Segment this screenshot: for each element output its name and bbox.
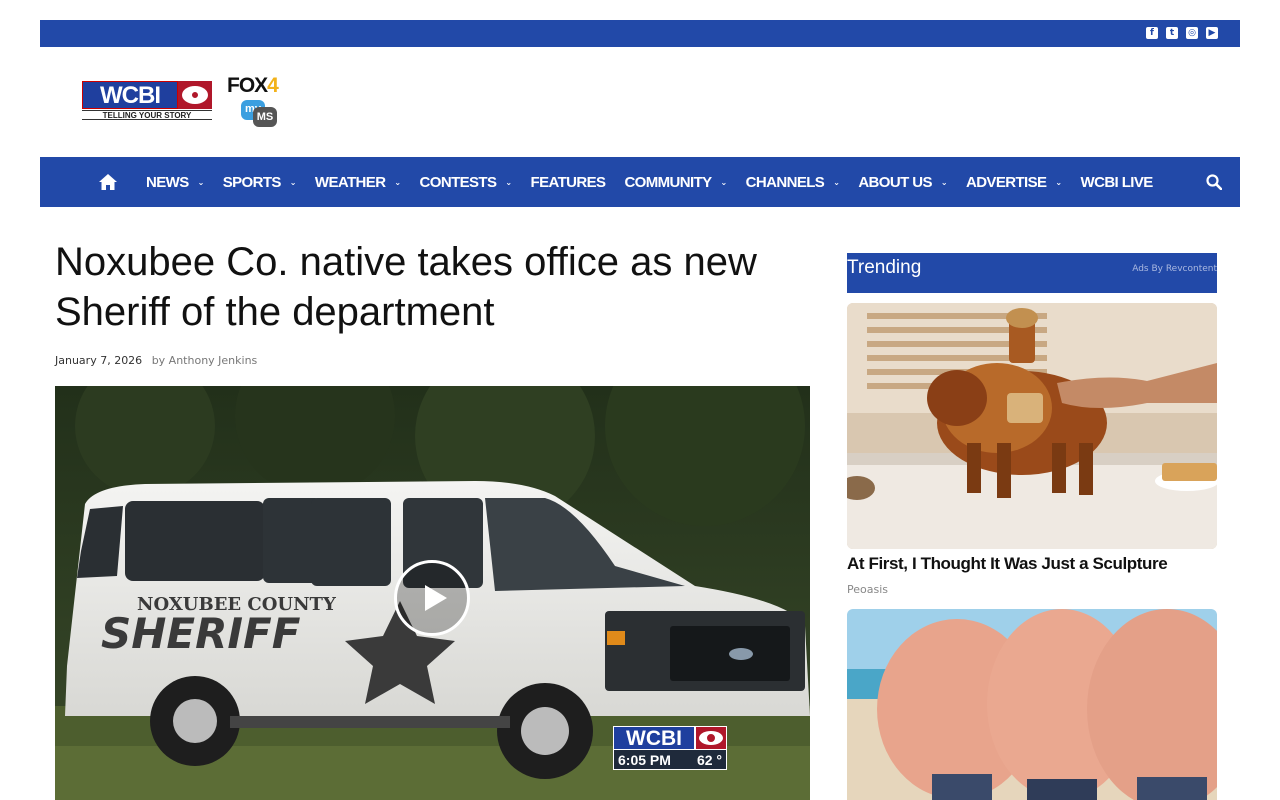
myms-logo: my MS (241, 100, 277, 127)
nav-item-wcbi-live[interactable]: WCBI LIVE (1080, 173, 1154, 191)
main-nav: NEWS ⌄ SPORTS ⌄ WEATHER ⌄ CONTESTS ⌄ FEATURES COM… (40, 157, 1240, 207)
chevron-down-icon: ⌄ (720, 177, 728, 187)
nav-item-label: CONTESTS (419, 173, 497, 191)
top-bar: f t ◎ ▶ (40, 20, 1240, 47)
nav-item-label: WCBI LIVE (1080, 173, 1154, 191)
article-video[interactable]: NOXUBEE COUNTY SHERIFF WCBI 6:05 PM 62 ° (55, 386, 810, 800)
chevron-down-icon: ⌄ (940, 177, 948, 187)
trending-ad-source[interactable]: Peoasis (847, 583, 888, 596)
nav-item-label: COMMUNITY (624, 173, 712, 191)
chevron-down-icon: ⌄ (833, 177, 840, 187)
trending-header: Trending Ads By Revcontent (847, 253, 1217, 293)
trending-ad-image[interactable] (847, 303, 1217, 549)
home-icon[interactable] (98, 172, 118, 192)
play-icon (425, 585, 447, 611)
facebook-icon[interactable]: f (1146, 27, 1158, 39)
van-sheriff-text: SHERIFF (101, 609, 301, 658)
twitter-icon[interactable]: t (1166, 27, 1178, 39)
article-byline[interactable]: by Anthony Jenkins (152, 354, 258, 367)
fox4-wordmark: FOX4 (227, 74, 279, 97)
chevron-down-icon: ⌄ (197, 177, 205, 187)
nav-item-contests[interactable]: CONTESTS ⌄ (419, 173, 513, 191)
nav-item-label: NEWS (146, 173, 189, 191)
article-title: Noxubee Co. native takes office as new S… (55, 240, 757, 334)
sculpture-image (847, 303, 1217, 549)
nav-item-channels[interactable]: CHANNELS ⌄ (746, 174, 840, 191)
beach-image (847, 609, 1217, 800)
chevron-down-icon: ⌄ (289, 177, 297, 187)
search-icon[interactable] (1206, 174, 1222, 190)
cbs-eye-icon (695, 726, 727, 750)
nav-item-label: SPORTS (222, 173, 282, 191)
nav-item-about-us[interactable]: ABOUT US ⌄ (858, 174, 947, 191)
nav-item-label: ABOUT US (858, 173, 932, 191)
nav-item-advertise[interactable]: ADVERTISE ⌄ (966, 174, 1062, 191)
wcbi-tagline: TELLING YOUR STORY (82, 110, 212, 120)
nav-item-news[interactable]: NEWS ⌄ (146, 174, 204, 191)
chevron-down-icon: ⌄ (1055, 177, 1062, 187)
watermark-time: 6:05 PM (618, 752, 671, 768)
watermark-logo: WCBI (613, 726, 695, 750)
article-date: January 7, 2026 (55, 354, 143, 367)
social-links: f t ◎ ▶ (1146, 27, 1218, 39)
youtube-icon[interactable]: ▶ (1206, 27, 1218, 39)
nav-item-label: FEATURES (530, 173, 607, 191)
watermark-temp: 62 ° (696, 752, 722, 768)
nav-item-features[interactable]: FEATURES (530, 173, 607, 191)
nav-item-label: WEATHER (314, 173, 386, 191)
play-button[interactable] (394, 560, 470, 636)
nav-item-label: CHANNELS (745, 173, 825, 191)
cbs-eye-icon (178, 81, 212, 109)
wcbi-watermark: WCBI 6:05 PM 62 ° (613, 726, 727, 770)
trending-ad-title[interactable]: At First, I Thought It Was Just a Sculpt… (847, 554, 1168, 574)
ads-by-revcontent[interactable]: Ads By Revcontent (1132, 264, 1217, 274)
article-meta: January 7, 2026 by Anthony Jenkins (55, 354, 257, 367)
nav-item-sports[interactable]: SPORTS ⌄ (222, 173, 297, 191)
nav-item-weather[interactable]: WEATHER ⌄ (315, 174, 401, 191)
wcbi-logo-letters: WCBI (82, 81, 178, 109)
chevron-down-icon: ⌄ (394, 177, 401, 187)
wcbi-logo[interactable]: WCBI TELLING YOUR STORY (82, 81, 212, 121)
nav-item-community[interactable]: COMMUNITY ⌄ (624, 173, 728, 191)
fox4-logo[interactable]: FOX4 my MS (227, 75, 293, 129)
nav-items: NEWS ⌄ SPORTS ⌄ WEATHER ⌄ CONTESTS ⌄ FEATURES COM… (146, 157, 1172, 207)
trending-ad-image[interactable] (847, 609, 1217, 800)
chevron-down-icon: ⌄ (505, 177, 512, 187)
trending-label: Trending (847, 257, 922, 278)
instagram-icon[interactable]: ◎ (1186, 27, 1198, 39)
nav-item-label: ADVERTISE (965, 173, 1047, 191)
